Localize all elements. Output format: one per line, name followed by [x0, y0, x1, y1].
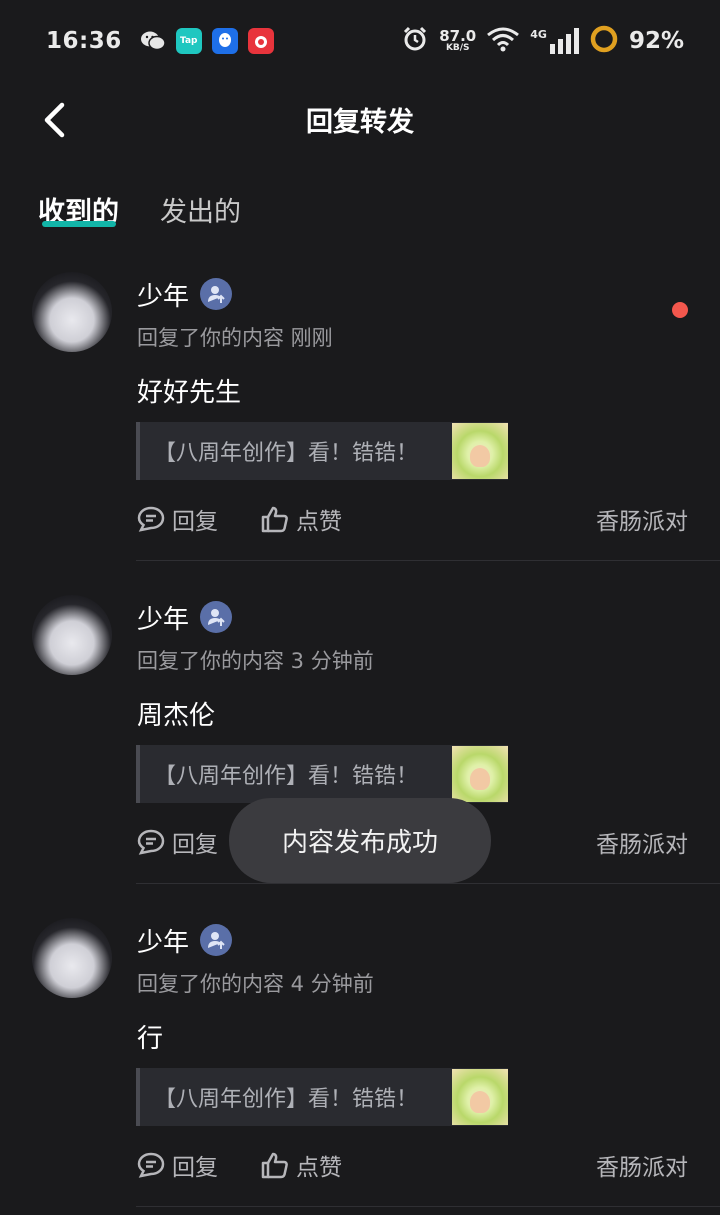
list-item[interactable]: 少年 回复了你的内容 4 分钟前 行 【八周年创作】看！锆锆！ 回复 点赞 香肠… [0, 904, 720, 1215]
comment-icon [137, 1152, 165, 1178]
user-badge-icon [200, 278, 232, 310]
source-game[interactable]: 香肠派对 [596, 1148, 688, 1182]
quoted-post-title: 【八周年创作】看！锆锆！ [154, 1087, 419, 1112]
action-bar: 回复 点赞 香肠派对 [136, 502, 688, 536]
reply-meta: 回复了你的内容 刚刚 [137, 326, 333, 350]
tab-active-indicator [42, 221, 116, 227]
quoted-post[interactable]: 【八周年创作】看！锆锆！ [136, 745, 508, 803]
comment-icon [137, 829, 165, 855]
tab-sent[interactable]: 发出的 [160, 190, 241, 229]
quoted-post-title: 【八周年创作】看！锆锆！ [154, 441, 419, 466]
reply-content[interactable]: 行 [137, 1018, 163, 1055]
username[interactable]: 少年 [137, 276, 189, 313]
page-title: 回复转发 [306, 107, 414, 138]
wifi-icon [486, 26, 520, 56]
status-time: 16:36 [46, 28, 122, 54]
thumbs-up-icon [261, 506, 288, 533]
header: 回复转发 [0, 82, 720, 158]
reply-content[interactable]: 好好先生 [137, 372, 241, 409]
unread-dot [672, 302, 688, 318]
quoted-post[interactable]: 【八周年创作】看！锆锆！ [136, 1068, 508, 1126]
avatar[interactable] [32, 918, 112, 998]
red-app-icon [247, 28, 274, 54]
divider [136, 1206, 720, 1207]
toast-message: 内容发布成功 [229, 798, 491, 883]
reply-button[interactable]: 回复 [136, 825, 218, 859]
signal-icon: 4G [530, 28, 579, 54]
reply-button[interactable]: 回复 [136, 1148, 218, 1182]
divider [136, 560, 720, 561]
username[interactable]: 少年 [137, 599, 189, 636]
status-bar: 16:36 Tap 87.0 KB/S 4G 92% [0, 0, 720, 82]
divider [136, 883, 720, 884]
quoted-post-thumbnail [452, 746, 508, 802]
qq-icon [211, 28, 238, 54]
source-game[interactable]: 香肠派对 [596, 502, 688, 536]
quoted-post-title: 【八周年创作】看！锆锆！ [154, 764, 419, 789]
battery-icon [589, 24, 619, 58]
reply-meta: 回复了你的内容 4 分钟前 [137, 972, 374, 996]
comment-icon [137, 506, 165, 532]
reply-label: 回复 [172, 1155, 218, 1181]
battery-level: 92% [628, 28, 684, 54]
wechat-icon [140, 28, 166, 54]
avatar[interactable] [32, 272, 112, 352]
quoted-post-thumbnail [452, 423, 508, 479]
tab-bar: 收到的 发出的 [0, 180, 720, 240]
reply-button[interactable]: 回复 [136, 502, 218, 536]
reply-label: 回复 [172, 509, 218, 535]
user-badge-icon [200, 601, 232, 633]
user-badge-icon [200, 924, 232, 956]
alarm-icon [401, 25, 429, 57]
net-speed: 87.0 KB/S [439, 27, 477, 53]
action-bar: 回复 点赞 香肠派对 [136, 1148, 688, 1182]
reply-content[interactable]: 周杰伦 [137, 695, 215, 732]
avatar[interactable] [32, 595, 112, 675]
like-label: 点赞 [296, 1155, 342, 1181]
like-button[interactable]: 点赞 [260, 1148, 342, 1182]
reply-label: 回复 [172, 832, 218, 858]
source-game[interactable]: 香肠派对 [596, 825, 688, 859]
like-button[interactable]: 点赞 [260, 502, 342, 536]
tap-icon: Tap [175, 28, 202, 54]
reply-meta: 回复了你的内容 3 分钟前 [137, 649, 374, 673]
thumbs-up-icon [261, 1152, 288, 1179]
like-label: 点赞 [296, 509, 342, 535]
quoted-post-thumbnail [452, 1069, 508, 1125]
username[interactable]: 少年 [137, 922, 189, 959]
list-item[interactable]: 少年 回复了你的内容 刚刚 好好先生 【八周年创作】看！锆锆！ 回复 点赞 香肠… [0, 258, 720, 581]
quoted-post[interactable]: 【八周年创作】看！锆锆！ [136, 422, 508, 480]
